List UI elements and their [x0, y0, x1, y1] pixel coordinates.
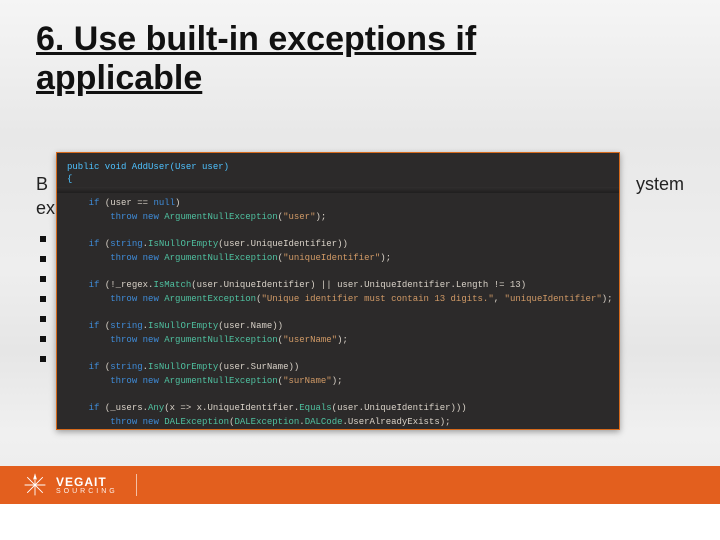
body-text: B ystem ex: [36, 172, 55, 221]
brand-text: VEGAIT SOURCING: [56, 476, 118, 495]
bullet-dot: [40, 236, 46, 242]
body-text-left: B: [36, 174, 48, 194]
slide-title: 6. Use built-in exceptions if applicable: [36, 20, 596, 98]
brand-sub: SOURCING: [56, 488, 118, 495]
code-signature: public void AddUser(User user) {: [67, 161, 609, 185]
brand-logo: VEGAIT SOURCING: [22, 472, 118, 498]
bottom-white-bar: [0, 504, 720, 540]
code-panel: public void AddUser(User user) { if (use…: [56, 152, 620, 430]
slide: 6. Use built-in exceptions if applicable…: [0, 0, 720, 540]
bullet-dot: [40, 296, 46, 302]
bullet-dot: [40, 316, 46, 322]
bullet-dot: [40, 256, 46, 262]
star-icon: [22, 472, 48, 498]
code-divider: [57, 187, 619, 193]
code-body: if (user == null) throw new ArgumentNull…: [67, 197, 609, 430]
body-text-right: ystem: [636, 172, 684, 196]
bullet-dot: [40, 336, 46, 342]
bullet-dot: [40, 276, 46, 282]
brand-name: VEGAIT: [56, 476, 118, 488]
body-text-line2-left: ex: [36, 198, 55, 218]
footer-bar: VEGAIT SOURCING: [0, 466, 720, 504]
footer-separator: [136, 474, 137, 496]
bullet-dot: [40, 356, 46, 362]
bullet-markers: [40, 236, 46, 376]
